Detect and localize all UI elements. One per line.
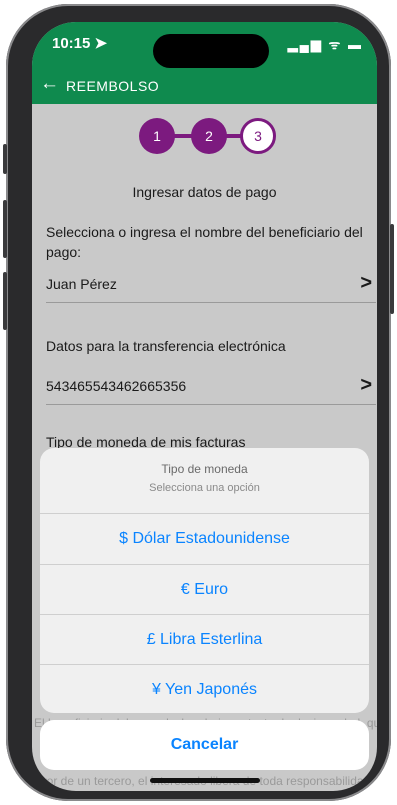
currency-action-sheet: Tipo de moneda Selecciona una opción $ D… (40, 448, 369, 713)
step-1: 1 (139, 118, 175, 154)
home-indicator (150, 778, 260, 783)
transfer-value: 543465543462665356 (46, 378, 187, 394)
action-button (3, 144, 7, 174)
back-arrow-icon[interactable]: ← (40, 73, 59, 95)
beneficiary-label: Selecciona o ingresa el nombre del benef… (46, 224, 363, 260)
app-bar: ← REEMBOLSO (32, 68, 377, 104)
volume-up-button (3, 200, 7, 258)
screen: 10:15 ➤ ▂▄▆ ᯤ ▬ ← REEMBOLSO 1 2 3 Ingres… (32, 22, 377, 791)
page-title: REEMBOLSO (66, 78, 160, 94)
transfer-select[interactable]: 543465543462665356 > (46, 370, 376, 405)
beneficiary-value: Juan Pérez (46, 276, 117, 292)
status-time: 10:15 ➤ (52, 35, 108, 52)
option-gbp[interactable]: £ Libra Esterlina (40, 614, 369, 665)
beneficiary-select[interactable]: Juan Pérez > (46, 268, 376, 303)
chevron-right-icon: > (360, 374, 372, 396)
section-heading: Ingresar datos de pago (132, 184, 277, 200)
step-3-current: 3 (240, 118, 276, 154)
option-usd[interactable]: $ Dólar Estadounidense (40, 513, 369, 564)
side-button (390, 224, 394, 314)
status-icons: ▂▄▆ ᯤ ▬ (287, 37, 363, 52)
stepper: 1 2 3 (139, 118, 279, 158)
sheet-subtitle: Selecciona una opción (149, 482, 260, 494)
sheet-title: Tipo de moneda (161, 462, 248, 476)
status-bar: 10:15 ➤ ▂▄▆ ᯤ ▬ (32, 22, 377, 68)
dynamic-island (153, 34, 269, 68)
option-jpy[interactable]: ¥ Yen Japonés (40, 664, 369, 713)
step-2: 2 (191, 118, 227, 154)
transfer-label: Datos para la transferencia electrónica (46, 338, 286, 354)
cancel-button[interactable]: Cancelar (40, 720, 369, 770)
option-eur[interactable]: € Euro (40, 564, 369, 615)
chevron-right-icon: > (360, 272, 372, 294)
volume-down-button (3, 272, 7, 330)
phone-frame: 10:15 ➤ ▂▄▆ ᯤ ▬ ← REEMBOLSO 1 2 3 Ingres… (3, 4, 394, 801)
